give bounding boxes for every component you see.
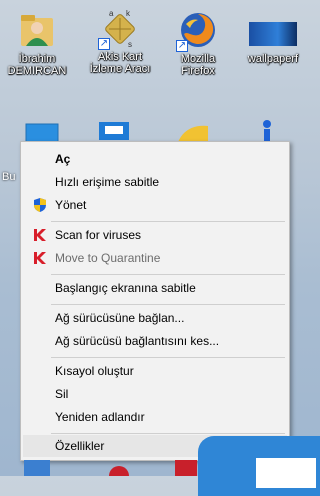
menu-separator <box>51 433 285 434</box>
taskbar-app-icon[interactable] <box>24 460 50 476</box>
desktop-icon-wallpaper[interactable]: wallpaperf <box>240 10 306 65</box>
partial-desktop-label: Bu <box>2 171 16 183</box>
menu-item-move-quarantine[interactable]: Move to Quarantine <box>23 247 287 269</box>
menu-item-create-shortcut[interactable]: Kısayol oluştur <box>23 360 287 382</box>
menu-item-pin-start[interactable]: Başlangıç ekranına sabitle <box>23 277 287 299</box>
svg-text:k: k <box>126 9 131 18</box>
kaspersky-icon <box>33 228 47 242</box>
menu-item-disconnect-network-drive[interactable]: Ağ sürücüsü bağlantısını kes... <box>23 330 287 352</box>
menu-item-label: Sil <box>55 387 69 401</box>
menu-item-label: Aç <box>55 152 71 166</box>
menu-separator <box>51 221 285 222</box>
desktop-icon-label: wallpaperf <box>240 53 306 65</box>
user-figure-icon[interactable] <box>255 118 279 142</box>
menu-item-rename[interactable]: Yeniden adlandır <box>23 406 287 428</box>
user-folder-icon <box>17 10 57 50</box>
desktop-icon-akis-kart[interactable]: a k s ↗ Akis Kart İzleme Aracı <box>87 8 153 75</box>
menu-item-label: Yeniden adlandır <box>55 410 145 424</box>
label-line-1: wallpaperf <box>247 53 299 65</box>
menu-item-label: Scan for viruses <box>55 228 142 242</box>
desktop-icon-ibrahim[interactable]: İbrahim DEMIRCAN <box>4 10 70 77</box>
desktop-icon-label: Akis Kart İzleme Aracı <box>87 51 153 75</box>
shortcut-arrow-icon: ↗ <box>98 38 110 50</box>
label-line-1: İbrahim <box>18 53 56 65</box>
menu-item-label: Ağ sürücüsü bağlantısını kes... <box>55 334 220 348</box>
admin-shield-icon <box>33 198 47 212</box>
desktop-icon-firefox[interactable]: ↗ Mozilla Firefox <box>165 10 231 77</box>
label-line-2: İzleme Aracı <box>89 63 151 75</box>
menu-item-label: Yönet <box>55 198 87 212</box>
menu-item-label: Move to Quarantine <box>55 251 161 265</box>
printer-icon[interactable] <box>95 120 135 142</box>
menu-separator <box>51 274 285 275</box>
label-line-2: DEMIRCAN <box>7 65 67 77</box>
label-line-1: Mozilla <box>180 53 216 65</box>
shortcut-arrow-icon: ↗ <box>176 40 188 52</box>
taskbar-app-icon[interactable] <box>175 460 197 476</box>
firefox-icon: ↗ <box>176 10 218 52</box>
desktop-icon-label: İbrahim DEMIRCAN <box>4 53 70 77</box>
label-line-2: Firefox <box>181 65 215 77</box>
menu-item-map-network-drive[interactable]: Ağ sürücüsüne bağlan... <box>23 307 287 329</box>
taskbar-app-icon[interactable] <box>105 460 133 486</box>
menu-item-manage[interactable]: Yönet <box>23 194 287 216</box>
menu-item-delete[interactable]: Sil <box>23 383 287 405</box>
svg-text:a: a <box>109 9 114 18</box>
menu-separator <box>51 304 285 305</box>
menu-item-open[interactable]: Aç <box>23 148 287 170</box>
menu-item-label: Özellikler <box>55 439 105 453</box>
menu-item-pin-quick-access[interactable]: Hızlı erişime sabitle <box>23 171 287 193</box>
svg-text:s: s <box>128 40 132 48</box>
background-window-panel <box>256 458 316 488</box>
menu-item-scan-viruses[interactable]: Scan for viruses <box>23 224 287 246</box>
folder-icon[interactable] <box>178 122 208 142</box>
menu-separator <box>51 357 285 358</box>
kaspersky-icon <box>33 251 47 265</box>
menu-item-label: Başlangıç ekranına sabitle <box>55 281 196 295</box>
context-menu: Aç Hızlı erişime sabitle Yönet Scan for … <box>20 141 290 461</box>
label-line-1: Akis Kart <box>97 51 142 63</box>
smart-card-icon: a k s ↗ <box>98 8 140 50</box>
menu-item-label: Kısayol oluştur <box>55 364 134 378</box>
wallpaper-image-icon <box>247 10 299 50</box>
desktop-icon-label: Mozilla Firefox <box>165 53 231 77</box>
menu-item-label: Hızlı erişime sabitle <box>55 175 160 189</box>
menu-item-label: Ağ sürücüsüne bağlan... <box>55 311 185 325</box>
